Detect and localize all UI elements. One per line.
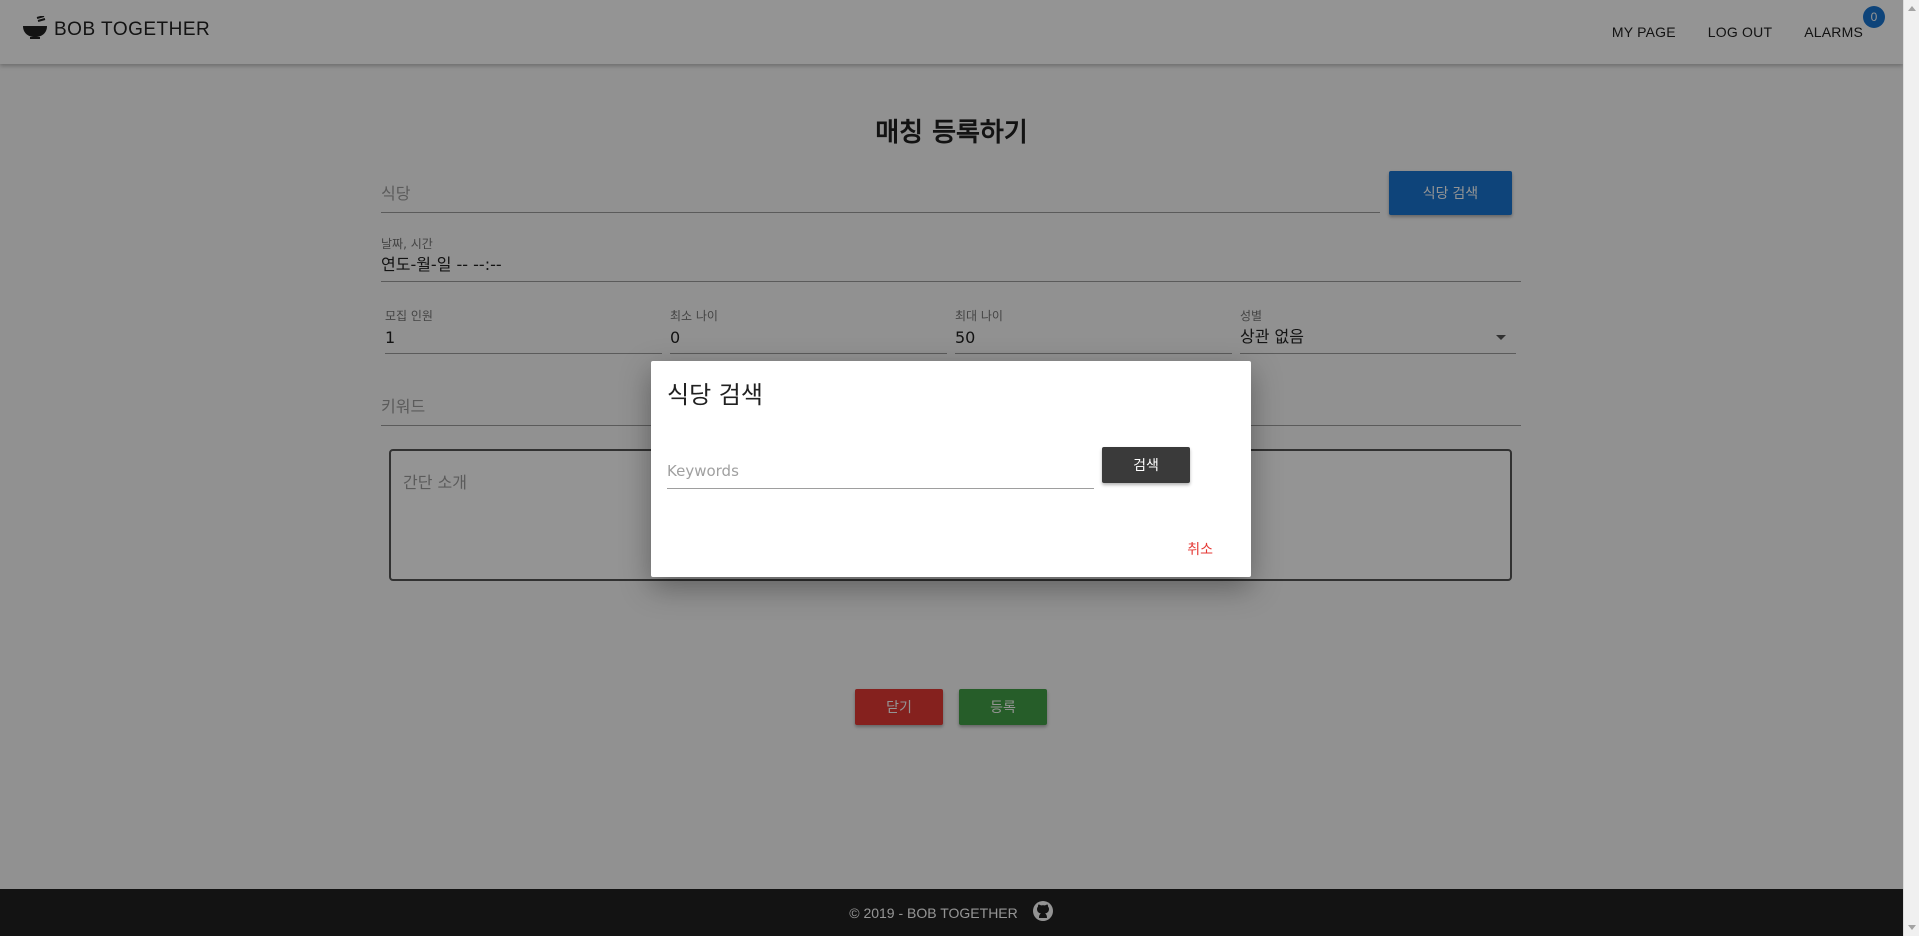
dialog-title: 식당 검색: [667, 381, 763, 409]
restaurant-search-dialog: 식당 검색 Keywords 검색 취소: [651, 361, 1251, 577]
dialog-cancel-button[interactable]: 취소: [1187, 539, 1213, 559]
keywords-input[interactable]: Keywords: [667, 453, 1094, 489]
scroll-down-arrow-icon[interactable]: [1908, 925, 1916, 930]
keywords-placeholder: Keywords: [667, 462, 739, 480]
dialog-search-button[interactable]: 검색: [1102, 447, 1190, 483]
page-scrollbar[interactable]: [1903, 0, 1919, 936]
scroll-up-arrow-icon[interactable]: [1908, 6, 1916, 11]
